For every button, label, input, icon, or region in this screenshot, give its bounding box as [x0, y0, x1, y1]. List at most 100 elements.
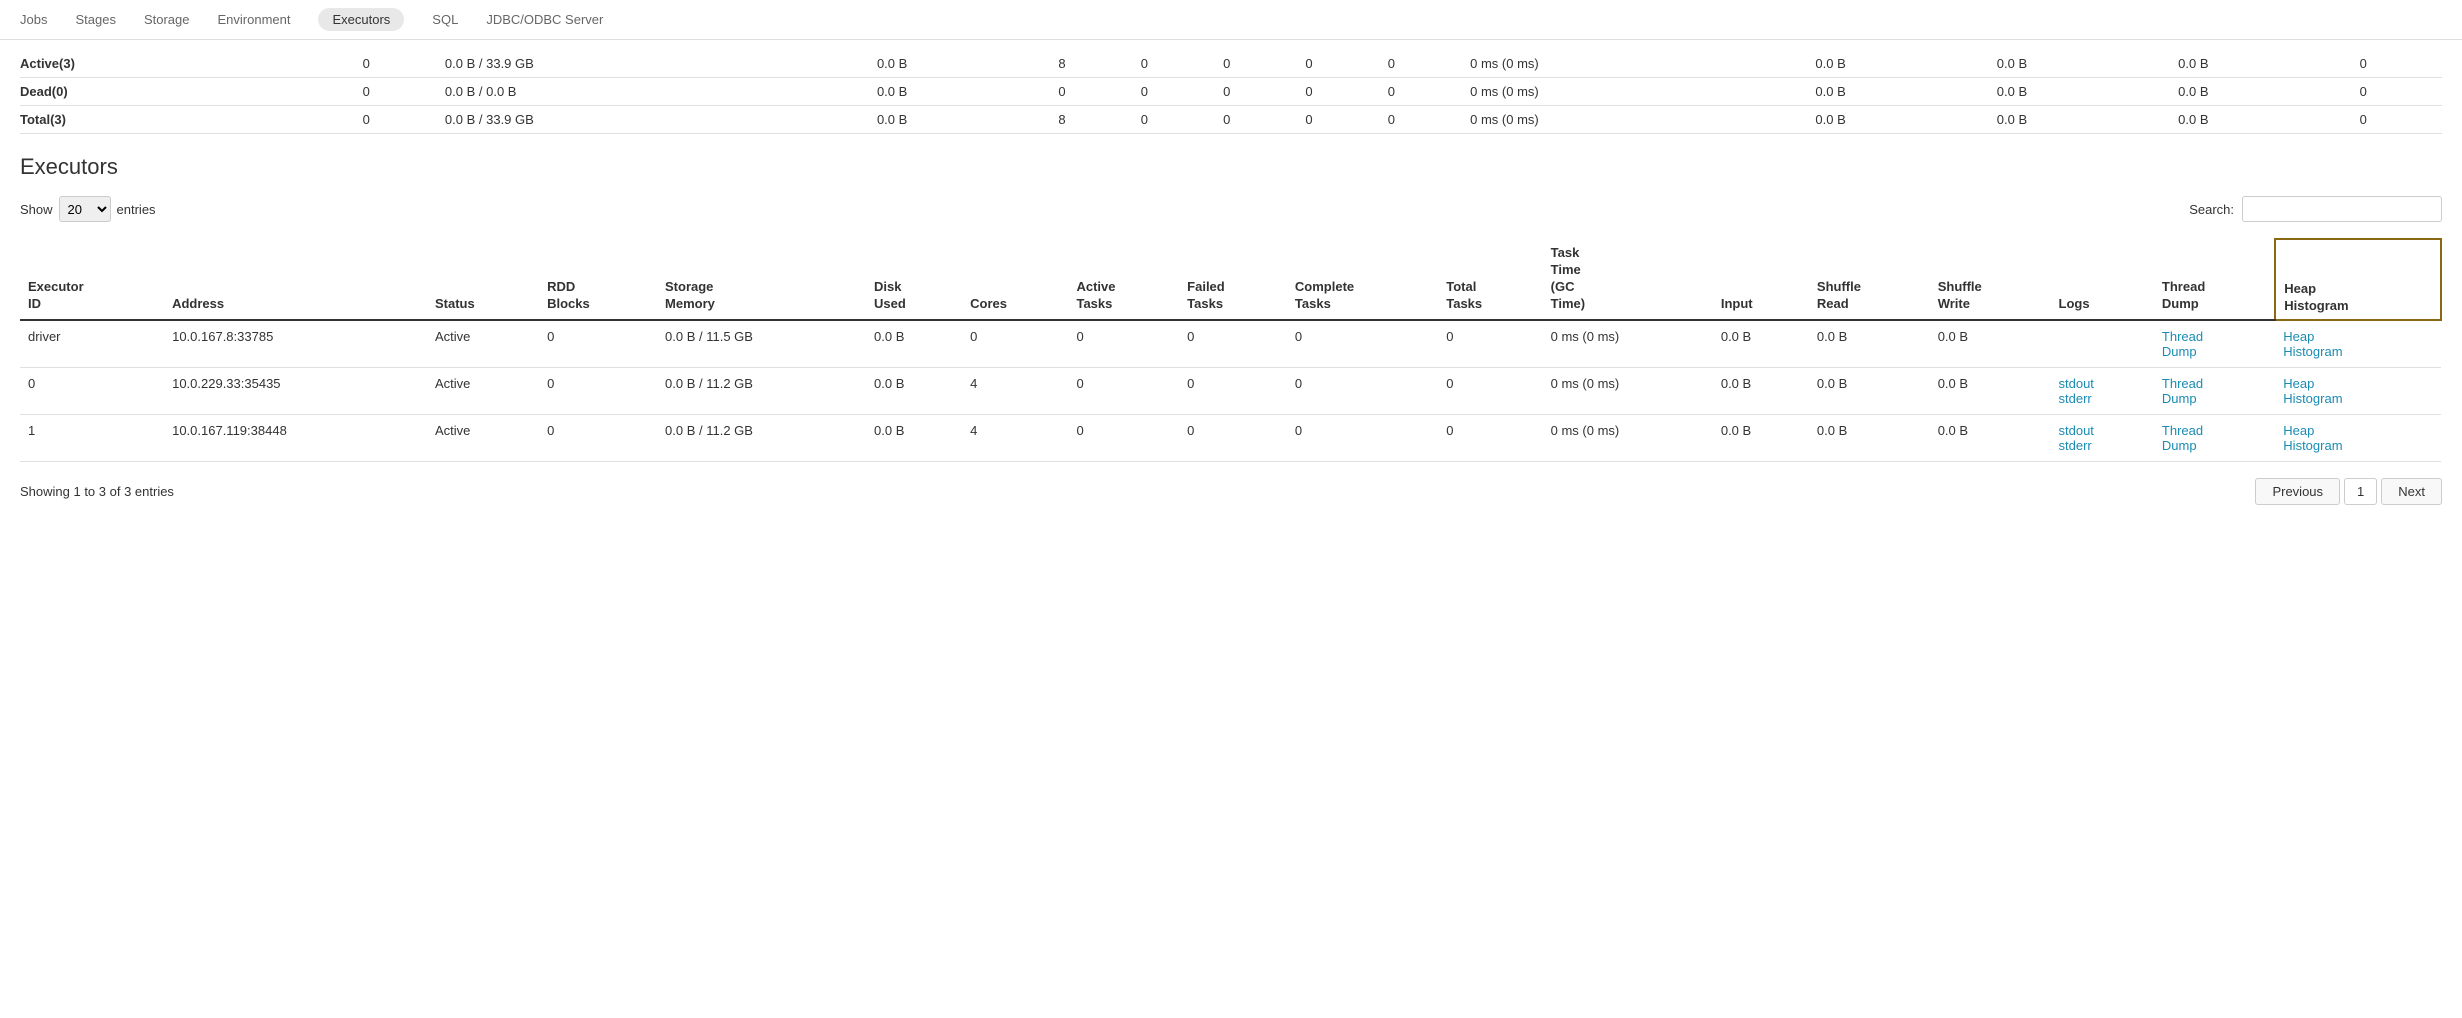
- summary-active-active-tasks: 0: [1141, 50, 1223, 78]
- page-number[interactable]: 1: [2344, 478, 2377, 505]
- col-task-time[interactable]: TaskTime(GCTime): [1543, 239, 1713, 320]
- col-status[interactable]: Status: [427, 239, 539, 320]
- nav-storage[interactable]: Storage: [144, 4, 190, 35]
- cell-shuffle-read: 0.0 B: [1809, 320, 1930, 368]
- nav-sql[interactable]: SQL: [432, 4, 458, 35]
- cell-complete: 0: [1287, 367, 1438, 414]
- stderr-link-1[interactable]: stderr: [2059, 438, 2092, 453]
- col-rdd-blocks[interactable]: RDDBlocks: [539, 239, 657, 320]
- pagination-row: Showing 1 to 3 of 3 entries Previous 1 N…: [20, 478, 2442, 505]
- summary-dead-total: 0: [1388, 78, 1470, 106]
- executors-table: ExecutorID Address Status RDDBlocks Stor…: [20, 238, 2442, 462]
- cell-shuffle-write: 0.0 B: [1930, 320, 2051, 368]
- heap-histogram-link-driver[interactable]: HeapHistogram: [2283, 329, 2342, 359]
- entries-select[interactable]: 10 20 50 100: [59, 196, 111, 222]
- col-shuffle-write[interactable]: ShuffleWrite: [1930, 239, 2051, 320]
- col-active-tasks[interactable]: ActiveTasks: [1068, 239, 1179, 320]
- nav-executors[interactable]: Executors: [318, 8, 404, 31]
- stderr-link-0[interactable]: stderr: [2059, 391, 2092, 406]
- summary-dead-storage: 0.0 B / 0.0 B: [445, 78, 877, 106]
- heap-histogram-link-0[interactable]: HeapHistogram: [2283, 376, 2342, 406]
- summary-dead-active-tasks: 0: [1141, 78, 1223, 106]
- summary-active-label: Active(3): [20, 50, 363, 78]
- thread-dump-link-driver[interactable]: ThreadDump: [2162, 329, 2203, 359]
- stdout-link-1[interactable]: stdout: [2059, 423, 2094, 438]
- search-box: Search:: [2189, 196, 2442, 222]
- summary-dead-disk: 0.0 B: [877, 78, 1058, 106]
- pagination-controls: Previous 1 Next: [2255, 478, 2442, 505]
- cell-address: 10.0.167.119:38448: [164, 414, 427, 461]
- summary-row-total: Total(3) 0 0.0 B / 33.9 GB 0.0 B 8 0 0 0…: [20, 106, 2442, 134]
- summary-active-blacklisted: 0: [2360, 50, 2442, 78]
- previous-button[interactable]: Previous: [2255, 478, 2340, 505]
- summary-active-total: 0: [1388, 50, 1470, 78]
- col-shuffle-read[interactable]: ShuffleRead: [1809, 239, 1930, 320]
- summary-active-storage: 0.0 B / 33.9 GB: [445, 50, 877, 78]
- cell-status: Active: [427, 320, 539, 368]
- summary-total-rdd: 0: [363, 106, 445, 134]
- cell-logs: stdout stderr: [2051, 414, 2154, 461]
- main-content: Active(3) 0 0.0 B / 33.9 GB 0.0 B 8 0 0 …: [0, 40, 2462, 525]
- cell-total: 0: [1438, 367, 1542, 414]
- cell-active-tasks: 0: [1068, 367, 1179, 414]
- col-cores[interactable]: Cores: [962, 239, 1068, 320]
- nav-jobs[interactable]: Jobs: [20, 4, 47, 35]
- cell-total: 0: [1438, 414, 1542, 461]
- cell-disk: 0.0 B: [866, 367, 962, 414]
- summary-dead-complete: 0: [1305, 78, 1387, 106]
- summary-total-tasks: 0: [1388, 106, 1470, 134]
- col-executor-id[interactable]: ExecutorID: [20, 239, 164, 320]
- search-input[interactable]: [2242, 196, 2442, 222]
- cell-storage: 0.0 B / 11.2 GB: [657, 367, 866, 414]
- summary-active-shuffle-read: 0.0 B: [1997, 50, 2178, 78]
- nav-environment[interactable]: Environment: [218, 4, 291, 35]
- search-label: Search:: [2189, 202, 2234, 217]
- col-logs: Logs: [2051, 239, 2154, 320]
- cell-rdd: 0: [539, 367, 657, 414]
- summary-active-disk: 0.0 B: [877, 50, 1058, 78]
- summary-total-active-tasks: 0: [1141, 106, 1223, 134]
- show-label: Show: [20, 202, 53, 217]
- summary-total-complete: 0: [1305, 106, 1387, 134]
- summary-total-shuffle-write: 0.0 B: [2178, 106, 2359, 134]
- col-failed-tasks[interactable]: FailedTasks: [1179, 239, 1287, 320]
- cell-storage: 0.0 B / 11.5 GB: [657, 320, 866, 368]
- cell-status: Active: [427, 367, 539, 414]
- summary-table: Active(3) 0 0.0 B / 33.9 GB 0.0 B 8 0 0 …: [20, 50, 2442, 134]
- col-input[interactable]: Input: [1713, 239, 1809, 320]
- summary-total-input: 0.0 B: [1815, 106, 1996, 134]
- summary-active-cores: 8: [1058, 50, 1140, 78]
- summary-dead-shuffle-read: 0.0 B: [1997, 78, 2178, 106]
- nav-jdbc[interactable]: JDBC/ODBC Server: [486, 4, 603, 35]
- col-storage-memory[interactable]: StorageMemory: [657, 239, 866, 320]
- col-disk-used[interactable]: DiskUsed: [866, 239, 962, 320]
- cell-storage: 0.0 B / 11.2 GB: [657, 414, 866, 461]
- summary-total-shuffle-read: 0.0 B: [1997, 106, 2178, 134]
- next-button[interactable]: Next: [2381, 478, 2442, 505]
- cell-address: 10.0.229.33:35435: [164, 367, 427, 414]
- cell-heap-histogram: HeapHistogram: [2275, 367, 2441, 414]
- cell-heap-histogram: HeapHistogram: [2275, 320, 2441, 368]
- col-thread-dump: ThreadDump: [2154, 239, 2275, 320]
- col-total-tasks[interactable]: TotalTasks: [1438, 239, 1542, 320]
- cell-failed: 0: [1179, 414, 1287, 461]
- col-address[interactable]: Address: [164, 239, 427, 320]
- summary-total-blacklisted: 0: [2360, 106, 2442, 134]
- table-header-row: ExecutorID Address Status RDDBlocks Stor…: [20, 239, 2441, 320]
- nav-stages[interactable]: Stages: [75, 4, 115, 35]
- stdout-link-0[interactable]: stdout: [2059, 376, 2094, 391]
- thread-dump-link-1[interactable]: ThreadDump: [2162, 423, 2203, 453]
- thread-dump-link-0[interactable]: ThreadDump: [2162, 376, 2203, 406]
- cell-shuffle-read: 0.0 B: [1809, 367, 1930, 414]
- summary-dead-cores: 0: [1058, 78, 1140, 106]
- table-controls: Show 10 20 50 100 entries Search:: [20, 196, 2442, 222]
- summary-dead-time: 0 ms (0 ms): [1470, 78, 1815, 106]
- heap-histogram-link-1[interactable]: HeapHistogram: [2283, 423, 2342, 453]
- cell-input: 0.0 B: [1713, 414, 1809, 461]
- cell-failed: 0: [1179, 320, 1287, 368]
- table-row: driver 10.0.167.8:33785 Active 0 0.0 B /…: [20, 320, 2441, 368]
- pagination-info: Showing 1 to 3 of 3 entries: [20, 484, 174, 499]
- col-complete-tasks[interactable]: CompleteTasks: [1287, 239, 1438, 320]
- summary-row-active: Active(3) 0 0.0 B / 33.9 GB 0.0 B 8 0 0 …: [20, 50, 2442, 78]
- cell-rdd: 0: [539, 414, 657, 461]
